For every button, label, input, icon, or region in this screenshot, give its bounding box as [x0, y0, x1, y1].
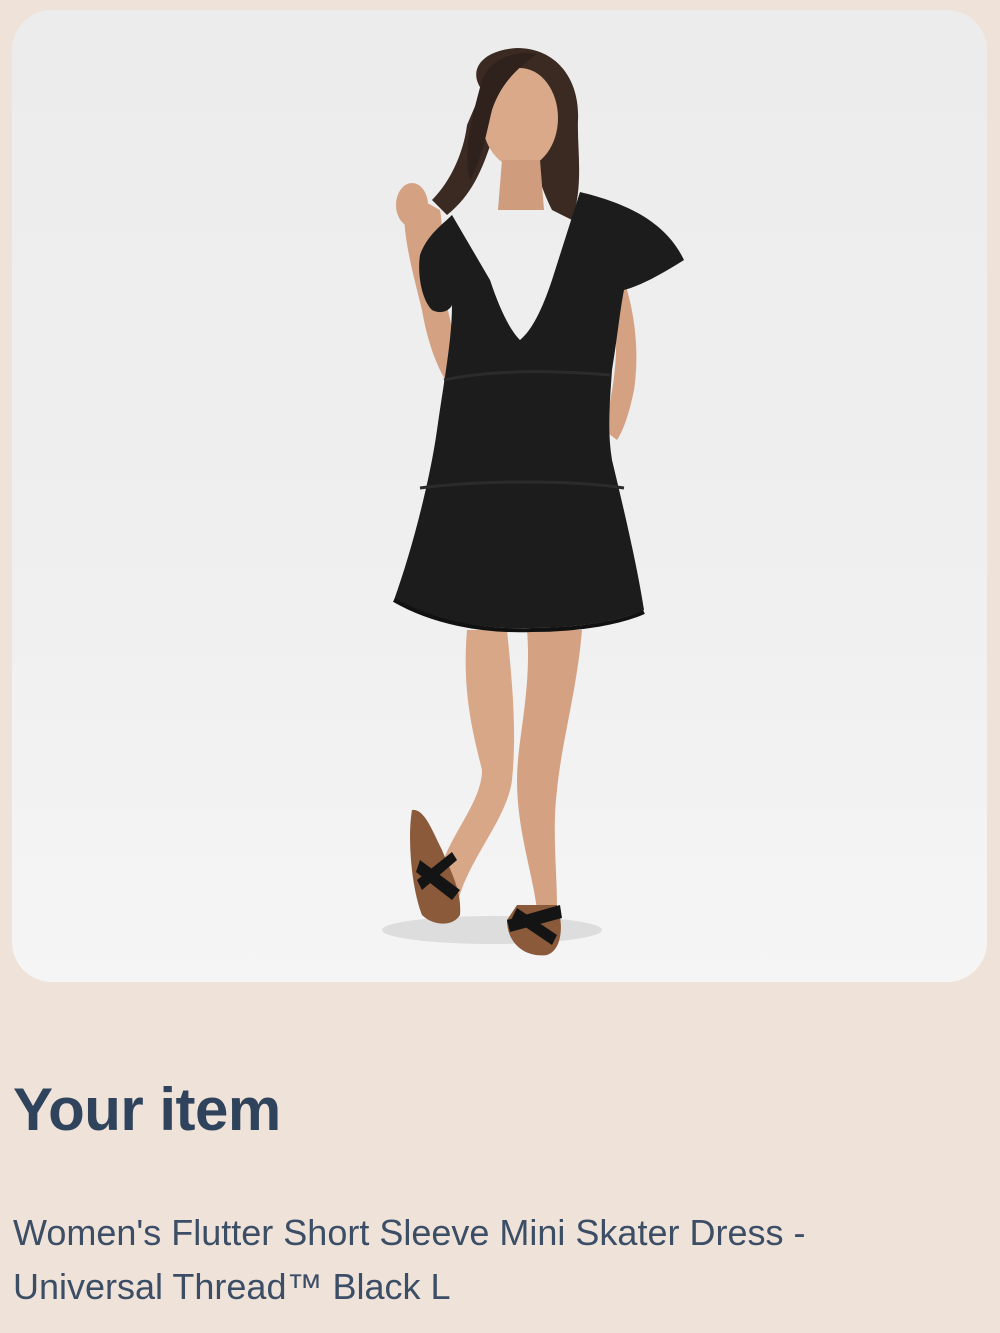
leg-right: [517, 630, 582, 910]
neck: [498, 160, 544, 210]
product-name-line-1: Women's Flutter Short Sleeve Mini Skater…: [13, 1212, 806, 1253]
product-name: Women's Flutter Short Sleeve Mini Skater…: [13, 1206, 973, 1314]
hand-left: [396, 183, 428, 227]
product-photo: [382, 48, 684, 956]
product-image-card[interactable]: [12, 10, 987, 982]
dress: [394, 192, 684, 629]
section-title: Your item: [13, 1076, 281, 1143]
product-name-line-2: Universal Thread™ Black L: [13, 1266, 451, 1307]
floor-shadow: [382, 916, 602, 944]
